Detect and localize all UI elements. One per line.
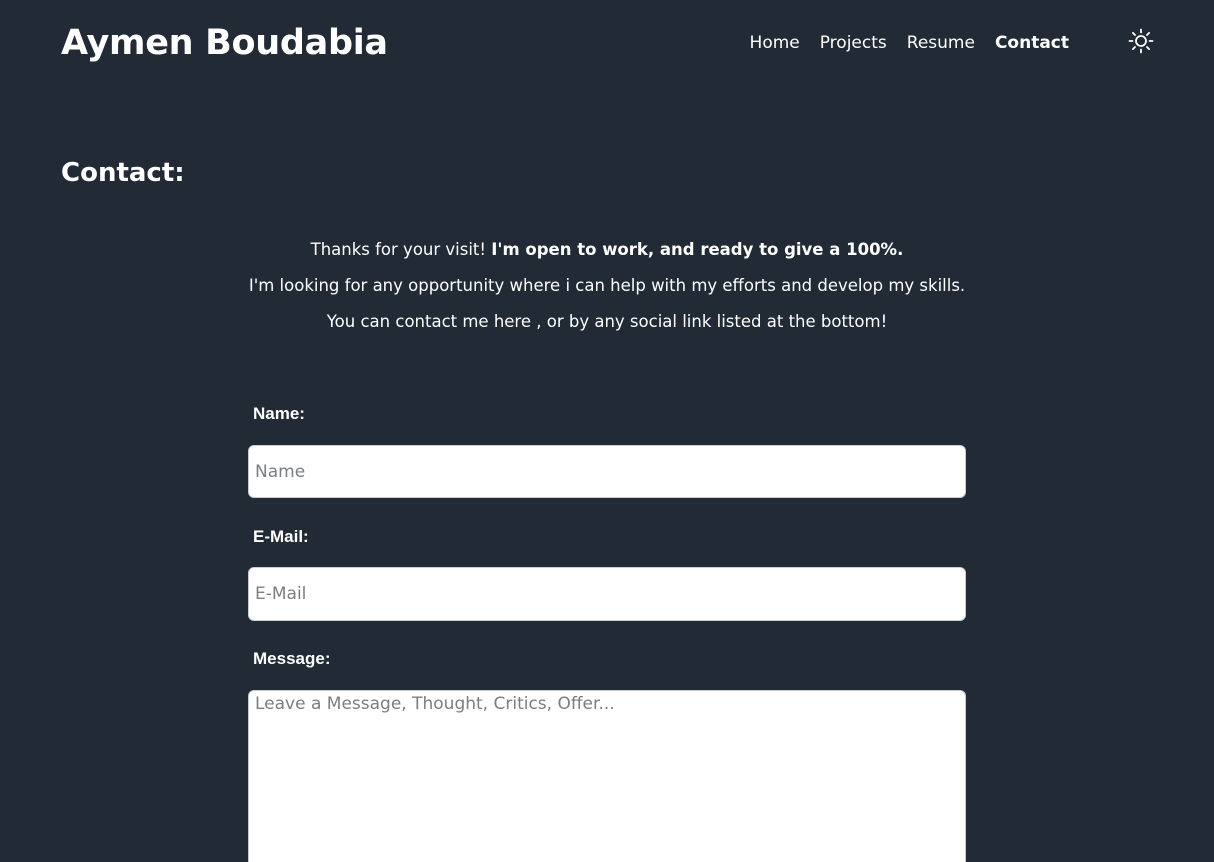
contact-intro: Thanks for your visit! I'm open to work,…: [157, 232, 1057, 340]
main-nav: Home Projects Resume Contact: [750, 32, 1069, 54]
message-label: Message:: [253, 649, 331, 668]
intro-line-3: You can contact me here , or by any soci…: [326, 312, 888, 331]
sun-icon: [1128, 28, 1154, 54]
nav-link-projects[interactable]: Projects: [820, 32, 887, 54]
theme-toggle-button[interactable]: [1128, 28, 1154, 54]
site-header: Aymen Boudabia Home Projects Resume Cont…: [0, 0, 1214, 86]
name-label: Name:: [253, 404, 305, 423]
intro-line-1-bold: I'm open to work, and ready to give a 10…: [491, 240, 904, 259]
nav-link-contact[interactable]: Contact: [995, 32, 1069, 54]
nav-link-resume[interactable]: Resume: [907, 32, 975, 54]
intro-line-1-text: Thanks for your visit!: [310, 240, 492, 259]
email-input[interactable]: [248, 567, 966, 621]
email-label: E-Mail:: [253, 527, 309, 546]
name-input[interactable]: [248, 445, 966, 498]
page: Aymen Boudabia Home Projects Resume Cont…: [0, 0, 1214, 862]
contact-heading: Contact:: [61, 158, 185, 188]
intro-line-1: Thanks for your visit! I'm open to work,…: [157, 232, 1057, 268]
intro-line-2: I'm looking for any opportunity where i …: [248, 276, 966, 295]
site-title[interactable]: Aymen Boudabia: [61, 22, 388, 64]
nav-link-home[interactable]: Home: [750, 32, 800, 54]
message-textarea[interactable]: [248, 690, 966, 862]
